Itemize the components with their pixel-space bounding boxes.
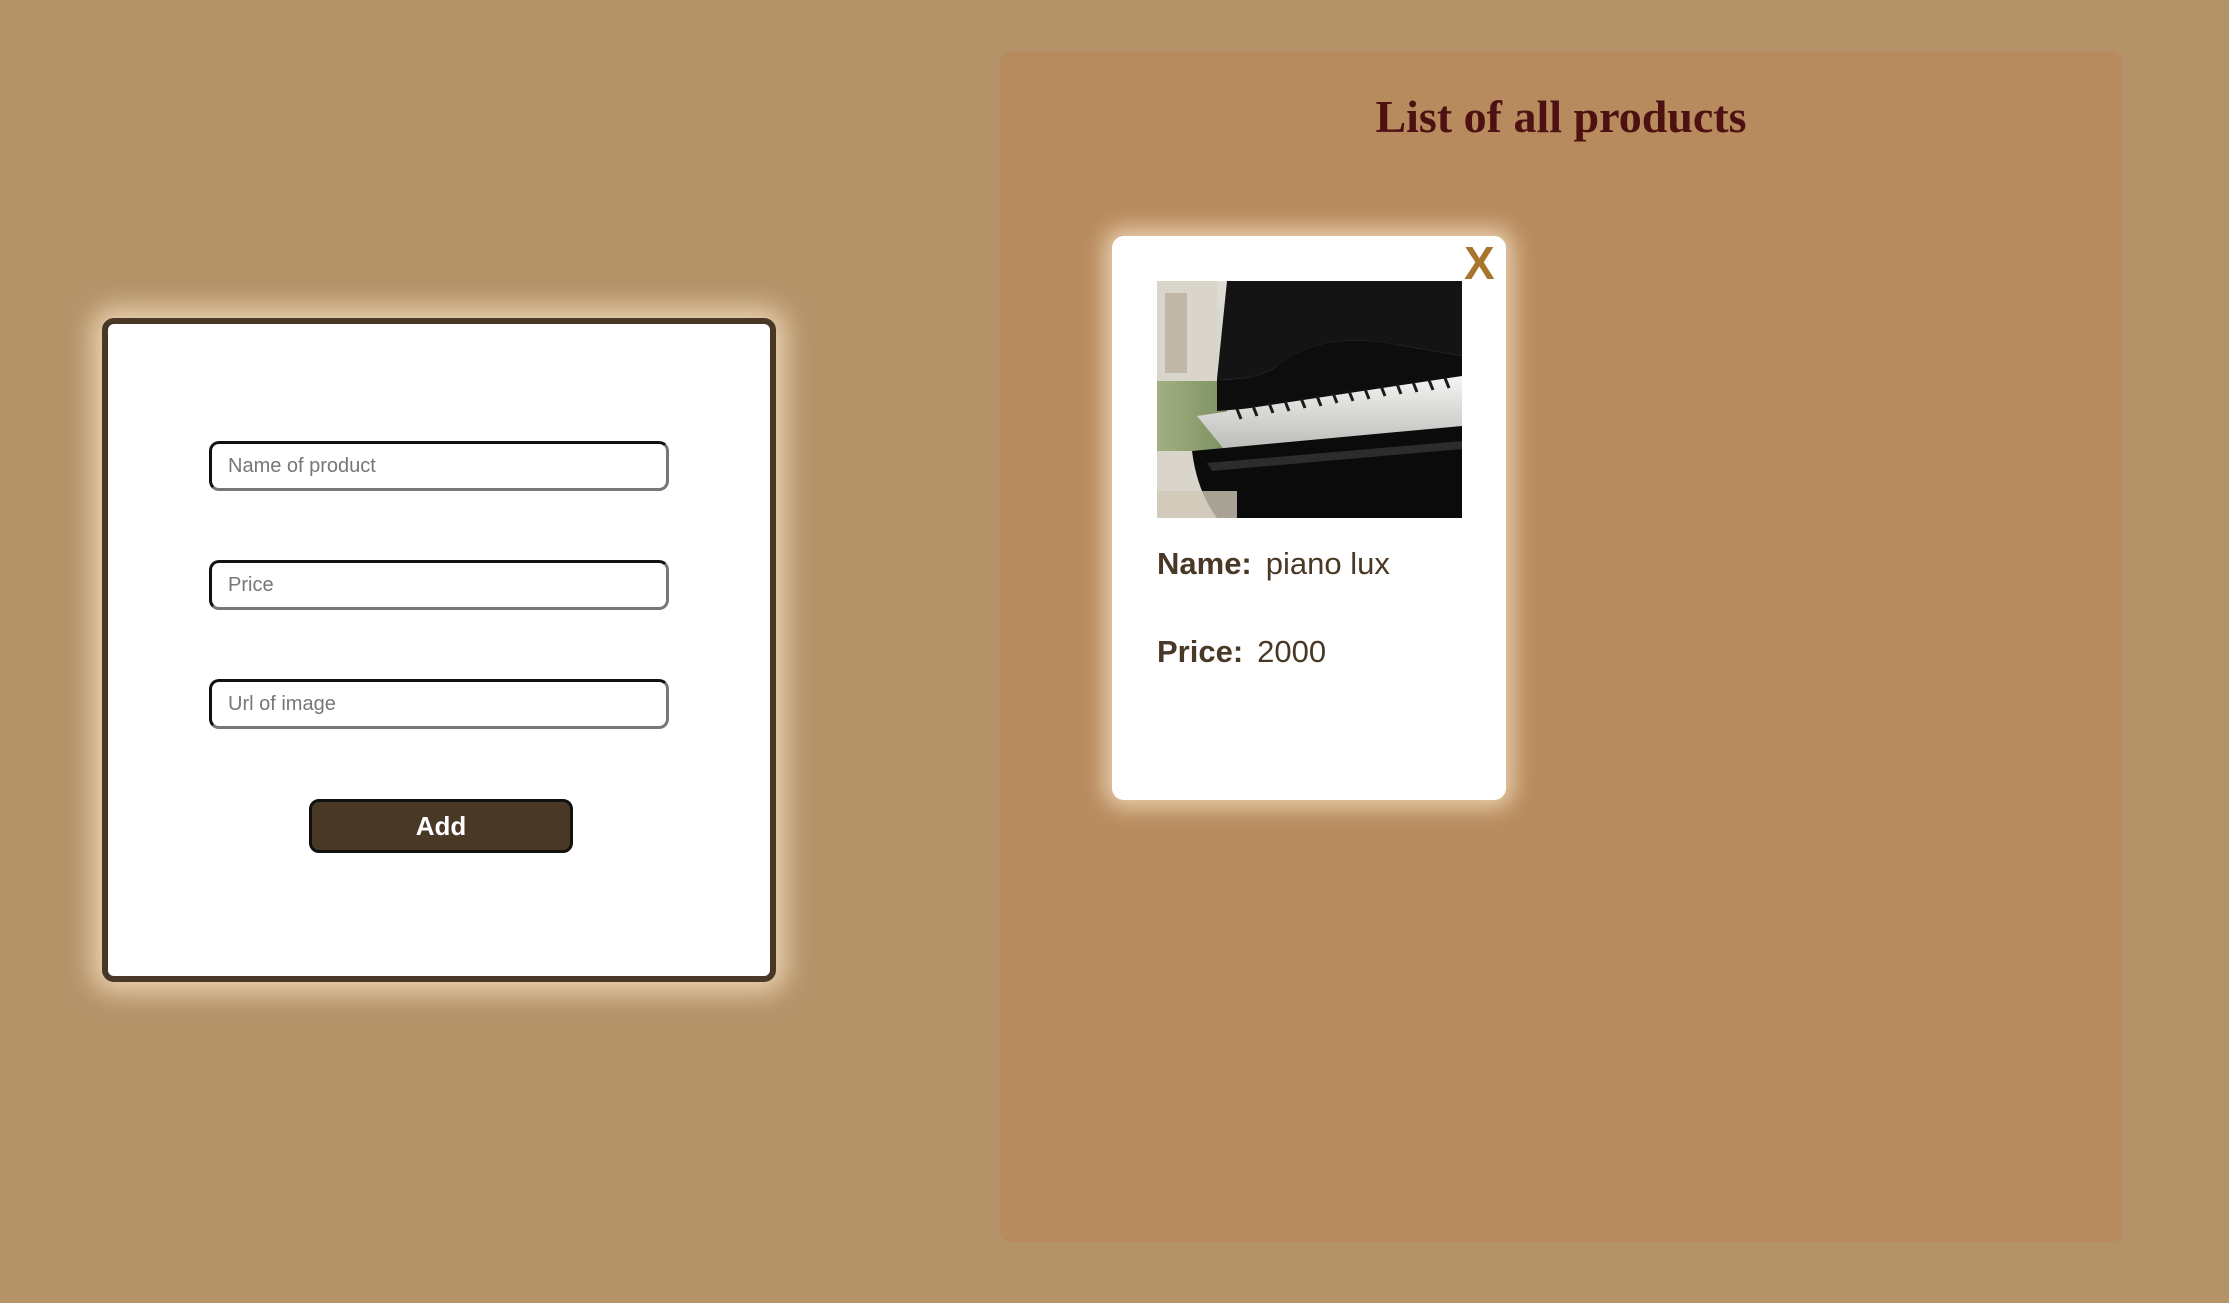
grand-piano-photo bbox=[1157, 281, 1462, 518]
product-list-panel: List of all products X Name: piano lux P… bbox=[1000, 52, 2122, 1242]
close-icon[interactable]: X bbox=[1464, 240, 1495, 286]
product-name-row: Name: piano lux bbox=[1157, 546, 1390, 582]
add-product-form: Add bbox=[102, 318, 776, 982]
list-title: List of all products bbox=[1375, 91, 1747, 142]
product-name-value: piano lux bbox=[1265, 546, 1390, 581]
product-price-row: Price: 2000 bbox=[1157, 634, 1326, 670]
name-label: Name: bbox=[1157, 546, 1252, 581]
product-card: X Name: piano lux Price: 2000 bbox=[1112, 236, 1506, 800]
price-label: Price: bbox=[1157, 634, 1244, 669]
add-button[interactable]: Add bbox=[309, 799, 573, 853]
product-name-input[interactable] bbox=[209, 441, 669, 491]
product-price-value: 2000 bbox=[1257, 634, 1327, 669]
image-url-input[interactable] bbox=[209, 679, 669, 729]
product-image bbox=[1157, 281, 1462, 518]
price-input[interactable] bbox=[209, 560, 669, 610]
